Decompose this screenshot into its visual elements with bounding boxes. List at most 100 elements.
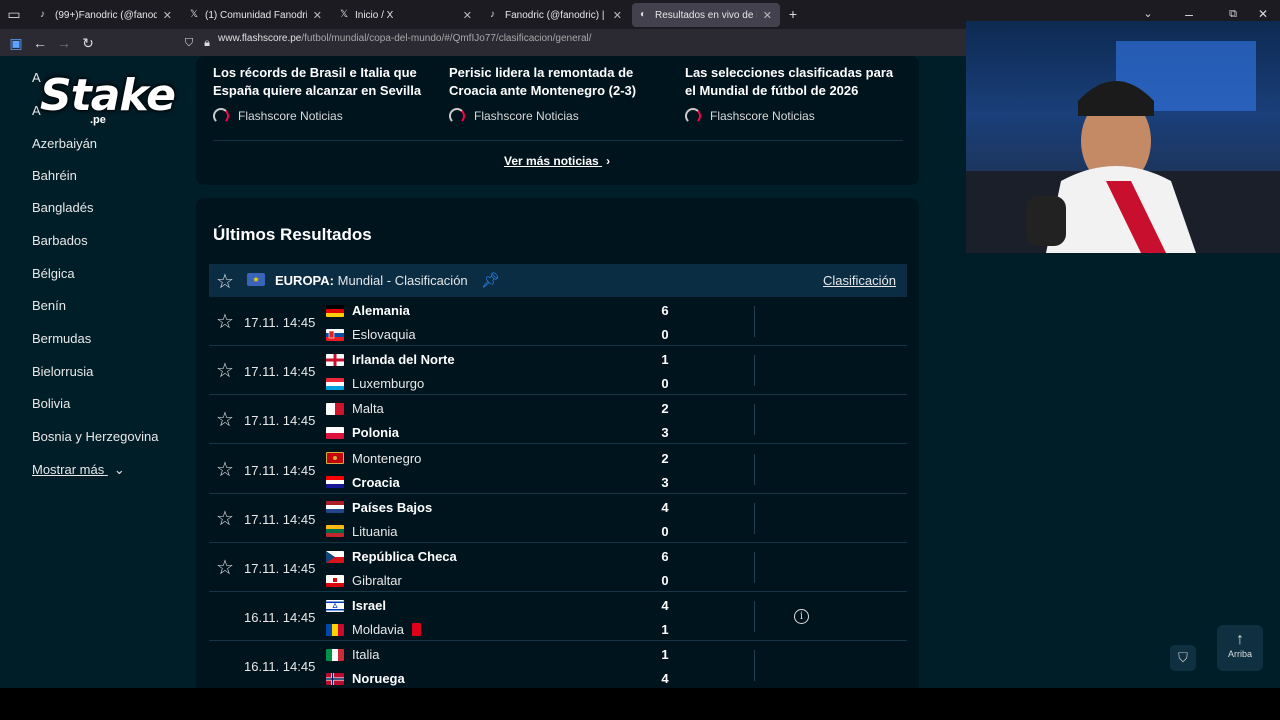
browser-tab-active[interactable]: ◐ Resultados en vivo de Mundial ✕: [632, 3, 780, 27]
home-score: 4: [661, 598, 669, 614]
match-time: 17.11. 14:45: [244, 364, 316, 380]
forward-icon[interactable]: →: [55, 34, 73, 52]
star-icon[interactable]: ☆: [216, 407, 234, 432]
match-time: 17.11. 14:45: [244, 315, 316, 330]
away-score: 4: [661, 671, 669, 687]
close-icon[interactable]: ✕: [313, 9, 322, 22]
browser-tab[interactable]: ♪ Fanodric (@fanodric) | TikTok ✕: [482, 3, 630, 27]
home-team: Países Bajos: [326, 500, 432, 515]
match-row[interactable]: ☆ 17.11. 14:45 Irlanda del Norte Luxemburgo…: [209, 346, 907, 396]
sidebar-item[interactable]: Bélgica: [32, 266, 75, 281]
sidebar-item[interactable]: Bosnia y Herzegovina: [32, 429, 158, 444]
divider: [213, 140, 903, 141]
more-news-link[interactable]: Ver más noticias ›: [504, 154, 610, 168]
sidebar-toggle-icon[interactable]: ▣: [7, 34, 25, 52]
tab-title: Fanodric (@fanodric) | TikTok: [505, 9, 607, 21]
match-time: 16.11. 14:45: [244, 659, 316, 675]
sidebar-item[interactable]: Bermudas: [32, 331, 91, 346]
team-name: Italia: [352, 647, 380, 663]
x-icon: 𝕏: [190, 9, 199, 20]
browser-tab[interactable]: 𝕏 (1) Comunidad Fanodric Army / X ✕: [182, 3, 330, 27]
sidebar-item[interactable]: Barbados: [32, 233, 88, 248]
match-row[interactable]: 16.11. 14:45 Israel Moldavia 4 1 i: [209, 592, 907, 642]
news-title[interactable]: Perisic lidera la remontada de Croacia a…: [449, 64, 669, 100]
news-source-label: Flashscore Noticias: [710, 109, 815, 123]
home-score: 2: [661, 450, 669, 466]
browser-tab[interactable]: ♪ (99+)Fanodric (@fanodric) | TikTok ✕: [32, 3, 180, 27]
away-team: Croacia: [326, 475, 400, 490]
back-icon[interactable]: ←: [31, 34, 49, 52]
lock-icon: 🔒︎: [204, 37, 210, 49]
star-icon[interactable]: ☆: [216, 457, 234, 482]
flag-icon: [326, 452, 344, 465]
news-source: Flashscore Noticias: [449, 108, 579, 124]
more-news-label: Ver más noticias: [504, 154, 599, 168]
browser-tab[interactable]: 𝕏 Inicio / X ✕: [332, 3, 480, 27]
team-name: Alemania: [352, 303, 410, 318]
match-row[interactable]: ☆ 17.11. 14:45 República Checa Gibraltar 6 0: [209, 543, 907, 592]
new-tab-icon[interactable]: +: [784, 5, 802, 23]
away-team: Luxemburgo: [326, 376, 424, 391]
star-icon[interactable]: ☆: [216, 269, 234, 294]
shield-icon[interactable]: ⛉: [180, 34, 198, 52]
flag-icon: [326, 623, 344, 636]
flashscore-icon: [213, 108, 229, 124]
sidebar-item[interactable]: Bielorrusia: [32, 364, 93, 379]
flag-icon: [326, 476, 344, 489]
away-team: Noruega: [326, 671, 405, 686]
back-to-top-button[interactable]: ↑ Arriba: [1217, 625, 1263, 671]
flashscore-icon: ◐: [640, 9, 647, 20]
close-icon[interactable]: ✕: [463, 9, 472, 22]
sidebar-item[interactable]: Azerbaiyán: [32, 136, 97, 151]
close-icon[interactable]: ✕: [163, 9, 172, 22]
star-icon[interactable]: ☆: [216, 555, 234, 580]
league-title: Mundial - Clasificación: [337, 273, 468, 288]
tab-title: Resultados en vivo de Mundial: [655, 9, 757, 21]
away-score: 3: [661, 425, 669, 441]
star-icon[interactable]: ☆: [216, 309, 234, 334]
news-source-label: Flashscore Noticias: [474, 109, 579, 123]
sidebar-item[interactable]: Bolivia: [32, 396, 70, 411]
sidebar-item[interactable]: Benín: [32, 298, 66, 313]
star-icon[interactable]: ☆: [216, 358, 234, 383]
away-score: 0: [661, 327, 669, 342]
star-icon[interactable]: ☆: [216, 506, 234, 531]
match-row[interactable]: ☆ 17.11. 14:45 Países Bajos Lituania 4 0: [209, 494, 907, 543]
sidebar-item[interactable]: Bahréin: [32, 168, 77, 183]
team-name: Noruega: [352, 671, 405, 687]
tab-list-icon[interactable]: ▭: [5, 5, 23, 23]
match-row[interactable]: ☆ 17.11. 14:45 Alemania Eslovaquia 6 0: [209, 297, 907, 346]
standings-link[interactable]: Clasificación: [823, 273, 896, 288]
match-row[interactable]: ☆ 17.11. 14:45 Montenegro Croacia 2 3: [209, 445, 907, 494]
shield-check-icon[interactable]: ⛉: [1170, 645, 1196, 671]
team-name: Eslovaquia: [352, 327, 416, 342]
away-team: Polonia: [326, 425, 399, 440]
chevron-down-icon: ⌄: [113, 462, 125, 477]
match-row[interactable]: ☆ 17.11. 14:45 Malta Polonia 2 3: [209, 395, 907, 445]
match-row[interactable]: 16.11. 14:45 Italia Noruega 1 4: [209, 641, 907, 688]
news-source: Flashscore Noticias: [685, 108, 815, 124]
team-name: Luxemburgo: [352, 376, 425, 392]
team-name: Montenegro: [352, 450, 422, 466]
pin-icon[interactable]: 📌︎: [481, 271, 500, 289]
news-source: Flashscore Noticias: [213, 108, 343, 124]
away-team: Eslovaquia: [326, 327, 416, 342]
right-blank-panel: [966, 253, 1280, 688]
flag-icon: [326, 328, 344, 341]
close-icon[interactable]: ✕: [613, 9, 622, 22]
league-name[interactable]: EUROPA: Mundial - Clasificación: [275, 273, 468, 288]
reload-icon[interactable]: ↻: [79, 34, 97, 52]
close-icon[interactable]: ✕: [763, 9, 772, 22]
team-name: Moldavia: [352, 622, 405, 638]
info-icon[interactable]: i: [794, 609, 809, 625]
back-to-top-label: Arriba: [1227, 649, 1252, 659]
flag-icon: [326, 501, 344, 514]
sidebar-item[interactable]: Bangladés: [32, 200, 93, 215]
news-title[interactable]: Los récords de Brasil e Italia que Españ…: [213, 64, 433, 100]
home-score: 6: [661, 549, 669, 564]
away-score: 1: [661, 622, 669, 638]
news-title[interactable]: Las selecciones clasificadas para el Mun…: [685, 64, 905, 100]
url-field[interactable]: www.flashscore.pe/futbol/mundial/copa-de…: [218, 33, 592, 44]
show-more-link[interactable]: Mostrar más ⌄: [32, 462, 125, 478]
chevron-right-icon: ›: [606, 154, 611, 168]
